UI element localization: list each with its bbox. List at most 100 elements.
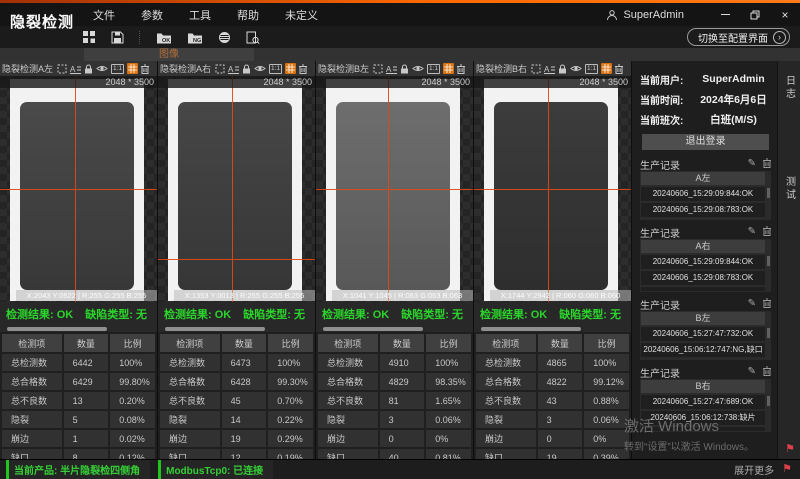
horizontal-scrollbar[interactable] <box>0 326 157 332</box>
visibility-button[interactable] <box>570 64 582 73</box>
table-cell: 总不良数 <box>318 392 378 409</box>
zoom-1to1-button[interactable]: 1:1 <box>585 64 598 74</box>
grid-overlay-button[interactable] <box>443 63 454 74</box>
edit-records-button[interactable]: ✎ <box>748 227 756 237</box>
switch-to-config-button[interactable]: 切换至配置界面 › <box>687 28 790 46</box>
current-user[interactable]: SuperAdmin <box>606 9 684 21</box>
minimize-icon <box>721 14 730 15</box>
delete-records-button[interactable] <box>763 298 771 310</box>
annotation-button[interactable]: A <box>228 64 239 74</box>
clear-image-button[interactable] <box>457 64 465 74</box>
record-item[interactable]: 20240606_15:27:47:689:OK <box>641 395 765 409</box>
horizontal-scrollbar[interactable] <box>316 326 473 332</box>
vertical-scrollbar-thumb[interactable] <box>767 188 770 198</box>
menu-help[interactable]: 帮助 <box>224 4 272 26</box>
clear-image-button[interactable] <box>615 64 623 74</box>
annotation-button[interactable]: A <box>70 64 81 74</box>
menu-params[interactable]: 参数 <box>128 4 176 26</box>
zoom-1to1-button[interactable]: 1:1 <box>427 64 440 74</box>
cell-image <box>20 102 134 290</box>
menu-undefined[interactable]: 未定义 <box>272 4 331 26</box>
record-item[interactable]: 20240606_15:27:47:732:OK <box>641 327 765 341</box>
database-icon <box>218 31 231 44</box>
annotation-button[interactable]: A <box>544 64 555 74</box>
marquee-select-button[interactable] <box>215 64 225 74</box>
save-button[interactable] <box>111 31 124 44</box>
edit-records-button[interactable]: ✎ <box>748 367 756 377</box>
title-bar: 文件 参数 工具 帮助 未定义 SuperAdmin × <box>0 3 800 26</box>
scrollbar-thumb[interactable] <box>323 327 423 331</box>
marquee-select-button[interactable] <box>373 64 383 74</box>
clear-image-button[interactable] <box>141 64 149 74</box>
lock-button[interactable] <box>400 64 409 74</box>
record-item[interactable]: 20240606_15:29:09:844:OK <box>641 187 765 201</box>
lock-button[interactable] <box>84 64 93 74</box>
panel-header: 隐裂检测A左 A 1:1 <box>0 61 157 76</box>
grid-overlay-button[interactable] <box>285 63 296 74</box>
tab-test[interactable]: 测试 <box>782 176 797 202</box>
restore-button[interactable] <box>740 3 770 26</box>
record-item[interactable]: 20240606_15:06:12:738:缺片 <box>641 411 765 425</box>
open-ok-folder-button[interactable]: OK <box>156 31 172 44</box>
table-row: 隐裂30.06% <box>476 411 629 428</box>
panel-header: 隐裂检测A右 A 1:1 <box>158 61 315 76</box>
zoom-1to1-button[interactable]: 1:1 <box>269 64 282 74</box>
visibility-button[interactable] <box>412 64 424 73</box>
stats-table: 检测项 数量 比例 总检测数4865100%总合格数482299.12%总不良数… <box>474 332 631 459</box>
scrollbar-thumb[interactable] <box>165 327 265 331</box>
record-item[interactable]: 20240606_15:29:09:844:OK <box>641 255 765 269</box>
scrollbar-thumb[interactable] <box>7 327 107 331</box>
tab-image[interactable]: 图像 <box>84 48 254 61</box>
image-viewport[interactable]: 2048 * 3500 X:1353 Y:0013 | R:255 G:255 … <box>158 76 315 302</box>
marquee-select-button[interactable] <box>57 64 67 74</box>
image-viewport[interactable]: 2048 * 3500 X:1744 Y:2942 | R:060 G:060 … <box>474 76 631 302</box>
delete-records-button[interactable] <box>763 226 771 238</box>
grid-overlay-button[interactable] <box>601 63 612 74</box>
flag-icon[interactable]: ⚑ <box>782 464 792 475</box>
section-actions: ✎ <box>748 366 771 378</box>
edit-records-button[interactable]: ✎ <box>748 159 756 169</box>
table-cell: 隐裂 <box>160 411 220 428</box>
defect-text: 缺陷类型: 无 <box>85 306 147 322</box>
current-shift-row: 当前班次: 白班(M/S) <box>640 109 771 129</box>
clear-image-button[interactable] <box>299 64 307 74</box>
app-title: 隐裂检测 <box>10 11 74 32</box>
database-button[interactable] <box>218 31 231 44</box>
delete-records-button[interactable] <box>763 158 771 170</box>
lock-button[interactable] <box>558 64 567 74</box>
logout-button[interactable]: 退出登录 <box>642 134 769 150</box>
flag-icon[interactable]: ⚑ <box>785 444 795 455</box>
menu-tools[interactable]: 工具 <box>176 4 224 26</box>
table-cell: 3 <box>538 411 583 428</box>
layout-tiles-button[interactable] <box>82 30 96 44</box>
tab-log[interactable]: 日志 <box>782 75 797 101</box>
visibility-button[interactable] <box>254 64 266 73</box>
close-button[interactable]: × <box>770 3 800 26</box>
delete-records-button[interactable] <box>763 366 771 378</box>
horizontal-scrollbar[interactable] <box>158 326 315 332</box>
grid-overlay-button[interactable] <box>127 63 138 74</box>
pixel-info-overlay: X:2043 Y:0522 | R:255 G:255 B:255 <box>16 290 157 301</box>
expand-more-button[interactable]: 展开更多 <box>734 462 774 477</box>
record-item[interactable]: 20240606_15:29:08:783:OK <box>641 203 765 217</box>
image-viewport[interactable]: 2048 * 3500 X:1041 Y:1045 | R:063 G:063 … <box>316 76 473 302</box>
edit-records-button[interactable]: ✎ <box>748 299 756 309</box>
horizontal-scrollbar[interactable] <box>474 326 631 332</box>
record-item[interactable]: 20240606_15:06:12:747:NG,缺口 <box>641 343 765 357</box>
vertical-scrollbar-thumb[interactable] <box>767 256 770 266</box>
annotation-button[interactable]: A <box>386 64 397 74</box>
open-ng-folder-button[interactable]: NG <box>187 31 203 44</box>
lock-button[interactable] <box>242 64 251 74</box>
vertical-scrollbar-thumb[interactable] <box>767 328 770 338</box>
minimize-button[interactable] <box>710 3 740 26</box>
record-item[interactable]: 20240606_15:29:08:783:OK <box>641 271 765 285</box>
search-report-button[interactable] <box>246 31 260 44</box>
menu-file[interactable]: 文件 <box>80 4 128 26</box>
vertical-scrollbar-thumb[interactable] <box>767 396 770 406</box>
table-cell: 缺口 <box>160 449 220 459</box>
image-viewport[interactable]: 2048 * 3500 X:2043 Y:0522 | R:255 G:255 … <box>0 76 157 302</box>
zoom-1to1-button[interactable]: 1:1 <box>111 64 124 74</box>
marquee-select-button[interactable] <box>531 64 541 74</box>
scrollbar-thumb[interactable] <box>481 327 581 331</box>
visibility-button[interactable] <box>96 64 108 73</box>
